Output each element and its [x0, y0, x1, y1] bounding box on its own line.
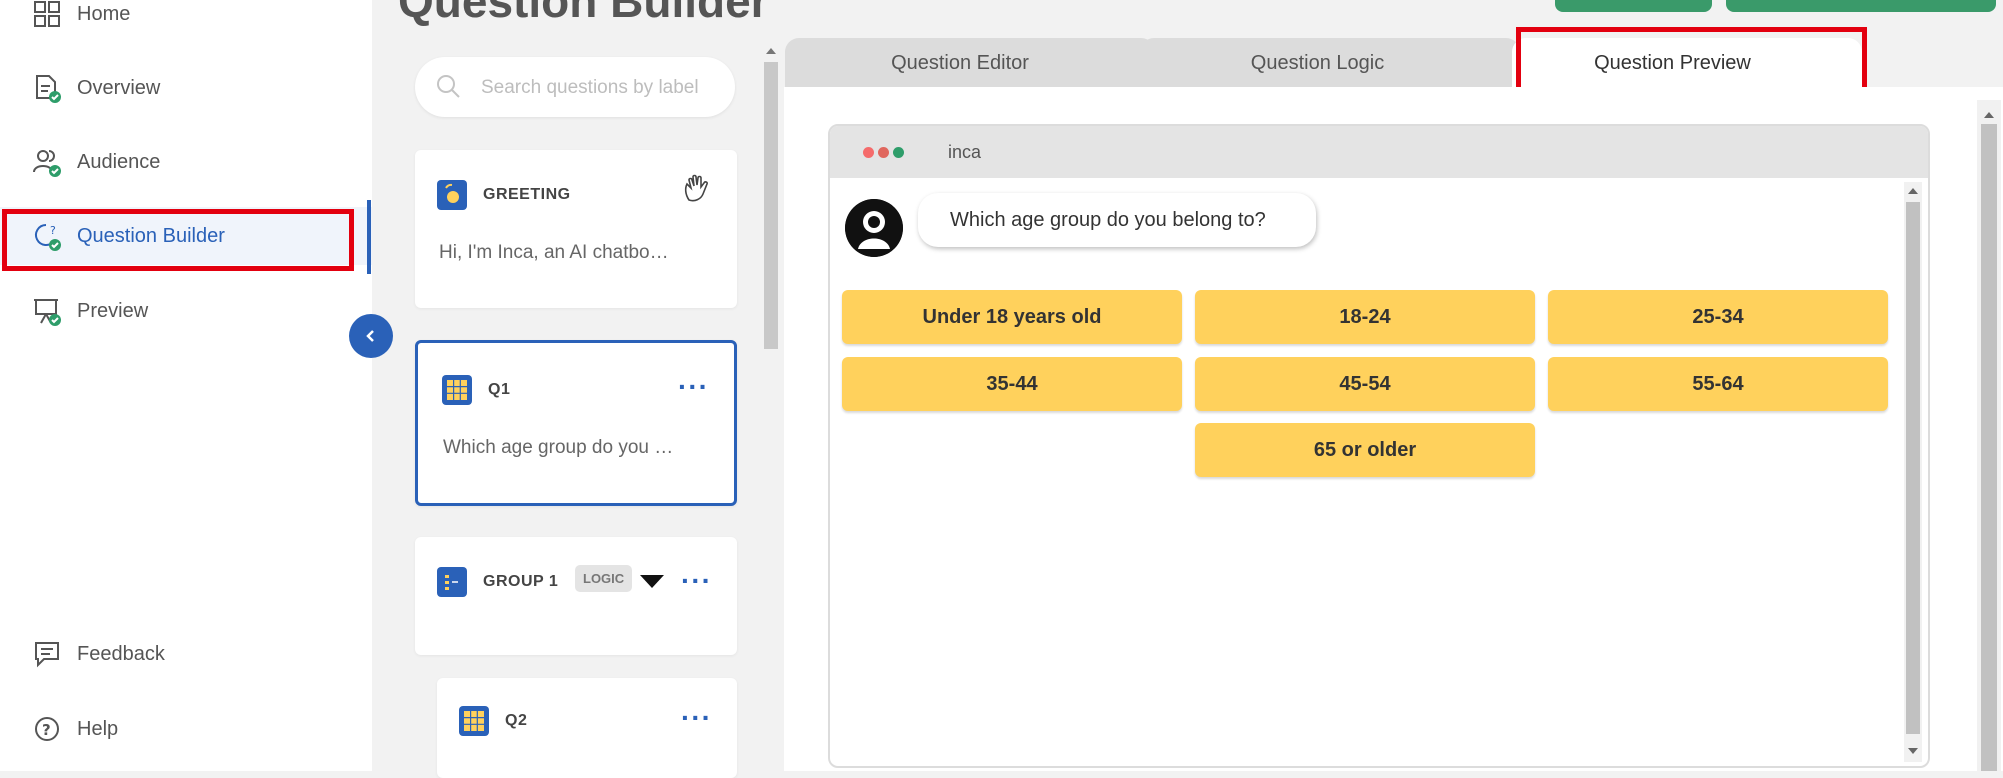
tab-question-logic[interactable]: Question Logic: [1140, 38, 1495, 88]
document-check-icon: [36, 75, 61, 103]
window-title: inca: [948, 142, 982, 162]
search-icon: [437, 75, 460, 98]
option-button[interactable]: 25-34: [1548, 290, 1888, 344]
option-button[interactable]: 65 or older: [1195, 423, 1535, 477]
sidebar-item-label: Overview: [77, 76, 161, 99]
chat-question-text: Which age group do you belong to?: [950, 209, 1266, 231]
avatar: [845, 199, 903, 257]
search-input[interactable]: Search questions by label: [481, 77, 699, 99]
window-close-dot: [863, 147, 874, 158]
top-action-button[interactable]: [1555, 0, 1712, 12]
highlight-box: [2, 209, 354, 271]
grid-question-icon: [442, 375, 472, 405]
scroll-up-icon[interactable]: [766, 46, 776, 54]
logic-badge: LOGIC: [575, 565, 633, 592]
tab-question-editor[interactable]: Question Editor: [785, 38, 1135, 88]
scroll-down-icon[interactable]: [1908, 748, 1918, 756]
sidebar: Home Overview Audience ? Question Builde: [0, 0, 372, 771]
question-list-scrollbar[interactable]: [761, 44, 781, 771]
sidebar-item-label: Audience: [77, 150, 161, 173]
sidebar-item-feedback[interactable]: Feedback: [0, 625, 372, 683]
preview-scrollbar[interactable]: [1904, 182, 1922, 762]
card-text: Hi, I'm Inca, an AI chatbo…: [439, 242, 669, 263]
presentation-check-icon: [34, 299, 61, 326]
sidebar-item-audience[interactable]: Audience: [0, 133, 372, 191]
scroll-up-icon[interactable]: [1984, 110, 1994, 118]
window-titlebar: inca: [830, 126, 1928, 178]
scrollbar-thumb[interactable]: [1981, 124, 1997, 771]
users-check-icon: [33, 150, 61, 177]
page-title: Question Builder: [398, 0, 769, 27]
window-maximize-dot: [893, 147, 904, 158]
grid-icon: [34, 1, 60, 27]
option-button[interactable]: 18-24: [1195, 290, 1535, 344]
option-button[interactable]: Under 18 years old: [842, 290, 1182, 344]
card-title: GROUP 1: [483, 573, 559, 590]
sidebar-item-label: Feedback: [77, 642, 165, 665]
question-card-greeting[interactable]: GREETING Hi, I'm Inca, an AI chatbo…: [415, 150, 737, 308]
question-card-group-1[interactable]: GROUP 1 LOGIC ···: [415, 537, 737, 655]
window-minimize-dot: [878, 147, 889, 158]
option-button[interactable]: 45-54: [1195, 357, 1535, 411]
grid-question-icon: [459, 706, 489, 736]
chevron-left-icon: [366, 330, 374, 342]
sidebar-item-label: Home: [77, 2, 131, 25]
highlight-box: [1516, 27, 1867, 93]
sidebar-item-label: Preview: [77, 299, 149, 322]
option-button[interactable]: 55-64: [1548, 357, 1888, 411]
question-card-q1[interactable]: Q1 ··· Which age group do you …: [415, 340, 737, 506]
panel-scrollbar[interactable]: [1977, 100, 2001, 771]
search-box[interactable]: Search questions by label: [415, 57, 735, 117]
active-indicator: [367, 200, 371, 274]
chat-bubble: Which age group do you belong to?: [918, 193, 1316, 247]
option-button[interactable]: 35-44: [842, 357, 1182, 411]
sidebar-item-label: Help: [77, 717, 119, 740]
card-title: GREETING: [483, 186, 571, 203]
feedback-icon: [35, 642, 59, 668]
card-title: Q1: [488, 381, 511, 398]
sidebar-item-help[interactable]: ? Help: [0, 700, 372, 758]
sidebar-item-overview[interactable]: Overview: [0, 59, 372, 117]
scrollbar-thumb[interactable]: [764, 62, 778, 349]
sidebar-item-preview[interactable]: Preview: [0, 282, 372, 340]
svg-text:?: ?: [42, 721, 51, 739]
card-title: Q2: [505, 712, 528, 729]
more-options-icon[interactable]: ···: [681, 567, 712, 595]
caret-down-icon[interactable]: [639, 573, 665, 589]
more-options-icon[interactable]: ···: [678, 373, 709, 401]
group-icon: [437, 567, 467, 597]
help-icon: ?: [35, 717, 59, 741]
question-card-q2[interactable]: Q2 ···: [437, 678, 737, 778]
scroll-up-icon[interactable]: [1908, 186, 1918, 194]
more-options-icon[interactable]: ···: [681, 704, 712, 732]
chatbot-avatar-icon: [845, 199, 903, 257]
collapse-sidebar-button[interactable]: [349, 314, 393, 358]
wave-hand-icon: [684, 174, 708, 202]
sidebar-item-home[interactable]: Home: [0, 0, 372, 43]
greeting-icon: [437, 180, 467, 210]
card-text: Which age group do you …: [443, 437, 674, 458]
top-action-button[interactable]: [1726, 0, 1996, 12]
scrollbar-thumb[interactable]: [1906, 202, 1920, 734]
